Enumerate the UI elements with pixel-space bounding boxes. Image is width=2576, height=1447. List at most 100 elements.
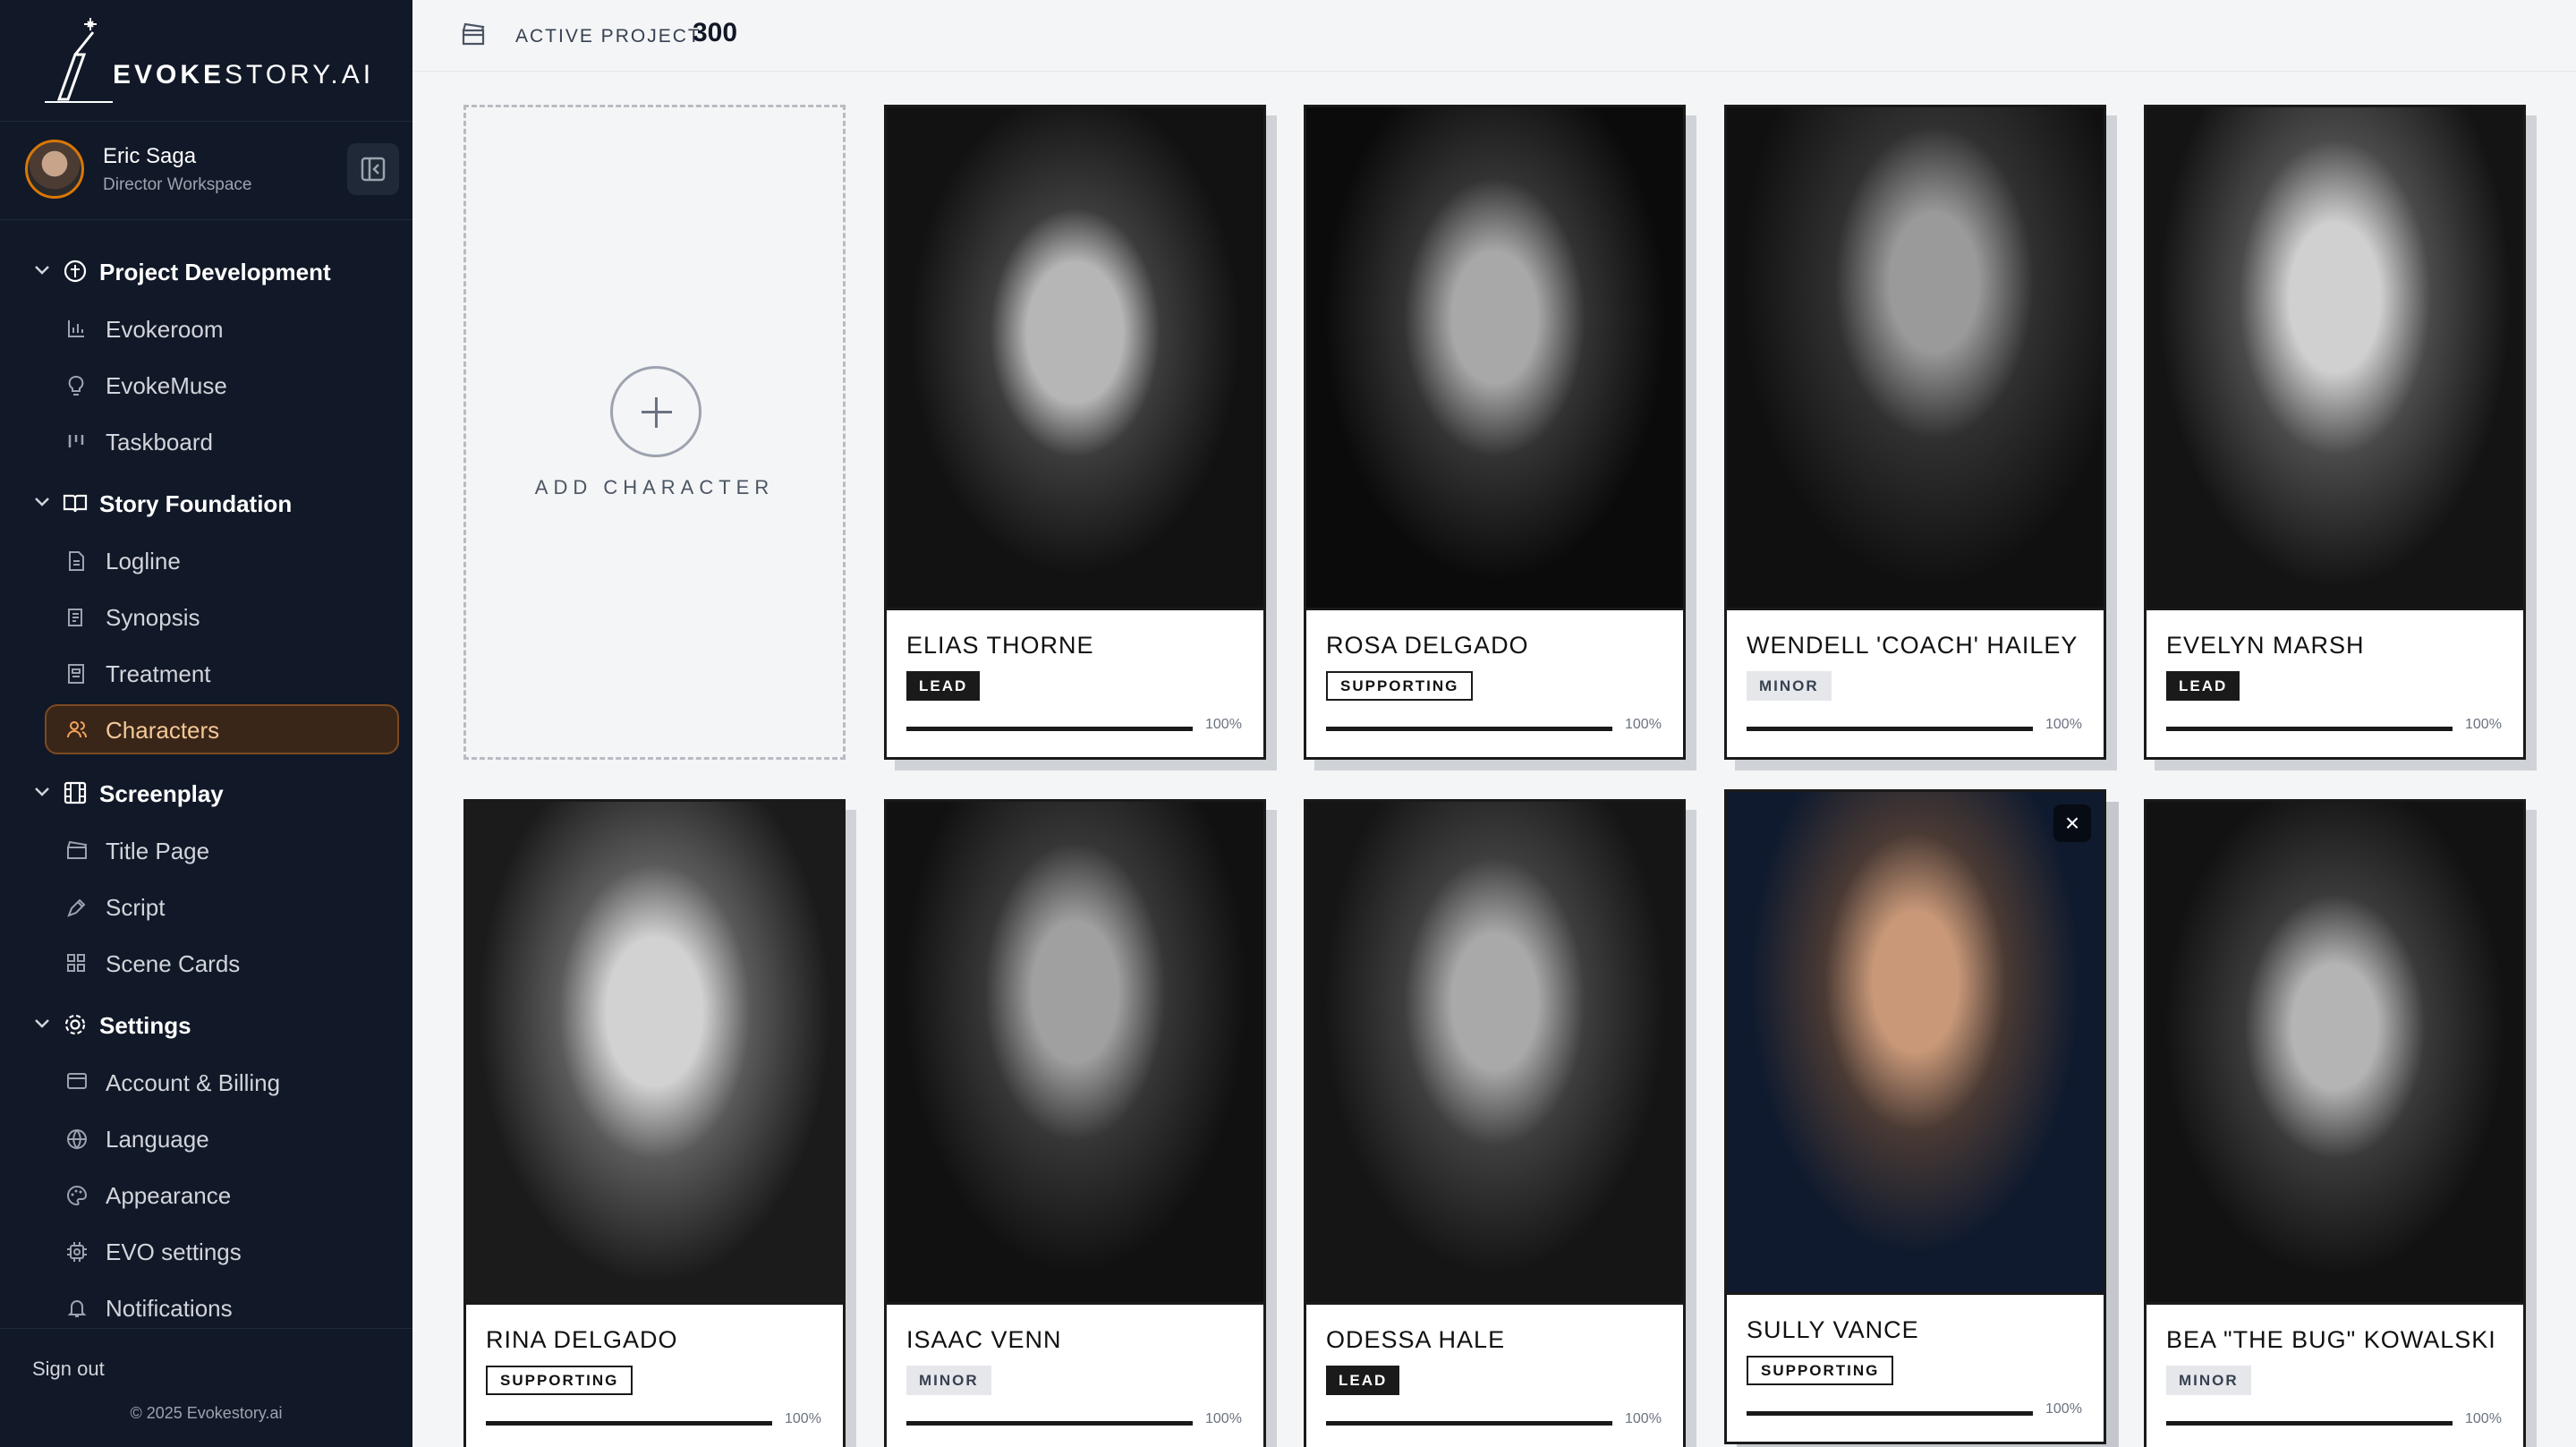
file-text-icon <box>68 664 84 684</box>
sidebar-footer: Sign out © 2025 Evokestory.ai <box>0 1328 412 1447</box>
nav-item-appearance[interactable]: Appearance <box>45 1170 399 1220</box>
nav-item-label: Taskboard <box>106 429 213 455</box>
character-card[interactable]: ISAAC VENN MINOR 100% <box>884 799 1266 1447</box>
bell-icon <box>67 1300 87 1317</box>
character-portrait <box>1727 107 2104 610</box>
user-role: Director Workspace <box>103 175 252 194</box>
brand-logo[interactable]: EVOKESTORY.AI <box>0 0 412 122</box>
progress-percent: 100% <box>1625 717 1662 732</box>
nav-item-synopsis[interactable]: Synopsis <box>45 592 399 642</box>
close-icon[interactable]: × <box>2053 804 2091 842</box>
clapperboard-icon <box>67 840 88 859</box>
progress-percent: 100% <box>2045 717 2082 732</box>
gear-icon <box>64 1014 86 1035</box>
lightbulb-circle-icon <box>64 260 87 283</box>
add-character-label: ADD CHARACTER <box>534 476 775 498</box>
chevron-down-icon <box>35 787 49 796</box>
nav-item-label: Treatment <box>106 660 211 687</box>
progress-bar <box>1747 727 2033 731</box>
nav-item-evo-settings[interactable]: EVO settings <box>45 1226 399 1276</box>
top-bar: ACTIVE PROJECT 300 <box>412 0 2576 72</box>
progress-bar <box>2166 727 2453 731</box>
nav-item-evokeroom[interactable]: Evokeroom <box>45 303 399 353</box>
nav-item-label: Synopsis <box>106 604 200 631</box>
active-project-value[interactable]: 300 <box>693 18 737 48</box>
nav-item-taskboard[interactable]: Taskboard <box>45 416 399 466</box>
pen-tool-icon <box>67 898 86 917</box>
nav-item-language[interactable]: Language <box>45 1113 399 1163</box>
progress-percent: 100% <box>1205 1411 1242 1426</box>
nav-item-characters[interactable]: Characters <box>45 704 399 754</box>
character-card[interactable]: BEA "THE BUG" KOWALSKI MINOR 100% <box>2144 799 2526 1447</box>
role-badge: SUPPORTING <box>1326 671 1474 701</box>
character-portrait <box>1727 792 2104 1295</box>
nav-group-project-development[interactable]: Project Development <box>0 249 412 294</box>
user-name: Eric Saga <box>103 144 197 168</box>
chevron-down-icon <box>35 1019 49 1028</box>
nav-item-evokemuse[interactable]: EvokeMuse <box>45 360 399 410</box>
nav-item-label: Notifications <box>106 1295 233 1322</box>
add-character-card[interactable]: ADD CHARACTER <box>463 105 846 760</box>
palette-icon <box>67 1185 88 1206</box>
nav-group-screenplay[interactable]: Screenplay <box>0 770 412 815</box>
progress-bar <box>1326 727 1612 731</box>
clapperboard-icon <box>462 22 485 46</box>
progress-percent: 100% <box>2465 1411 2502 1426</box>
character-card-hovered[interactable]: × SULLY VANCE SUPPORTING 100% <box>1724 789 2106 1444</box>
nav-item-title-page[interactable]: Title Page <box>45 825 399 875</box>
nav-item-account-billing[interactable]: Account & Billing <box>45 1057 399 1107</box>
character-name: RINA DELGADO <box>486 1326 678 1353</box>
role-badge: LEAD <box>1326 1366 1400 1395</box>
avatar[interactable] <box>25 140 84 199</box>
character-portrait <box>887 802 1263 1305</box>
character-portrait <box>887 107 1263 610</box>
nav-item-label: Characters <box>106 717 220 744</box>
character-card[interactable]: ROSA DELGADO SUPPORTING 100% <box>1304 105 1686 760</box>
sidebar-collapse-icon <box>361 157 386 182</box>
brand-wordmark: EVOKESTORY.AI <box>113 60 375 89</box>
nav-item-scene-cards[interactable]: Scene Cards <box>45 938 399 988</box>
character-card[interactable]: ODESSA HALE LEAD 100% <box>1304 799 1686 1447</box>
progress-bar <box>906 1421 1193 1426</box>
progress-bar <box>486 1421 772 1426</box>
nav-group-story-foundation[interactable]: Story Foundation <box>0 481 412 525</box>
film-icon <box>64 781 87 804</box>
active-project-label: ACTIVE PROJECT <box>515 26 701 47</box>
role-badge: LEAD <box>906 671 981 701</box>
nav-item-logline[interactable]: Logline <box>45 535 399 585</box>
nav-item-label: Title Page <box>106 838 210 864</box>
character-portrait <box>1306 107 1683 610</box>
globe-icon <box>67 1129 87 1150</box>
collapse-sidebar-button[interactable] <box>347 143 399 195</box>
character-card[interactable]: ELIAS THORNE LEAD 100% <box>884 105 1266 760</box>
character-name: ODESSA HALE <box>1326 1326 1506 1353</box>
nav-item-label: Language <box>106 1126 209 1153</box>
role-badge: SUPPORTING <box>1747 1356 1894 1385</box>
character-card[interactable]: WENDELL 'COACH' HAILEY MINOR 100% <box>1724 105 2106 760</box>
role-badge: LEAD <box>2166 671 2240 701</box>
nav-item-label: EvokeMuse <box>106 372 227 399</box>
nav-group-settings[interactable]: Settings <box>0 1002 412 1047</box>
document-icon <box>69 551 84 571</box>
copyright-text: © 2025 Evokestory.ai <box>130 1404 283 1422</box>
add-character-button[interactable] <box>610 366 701 457</box>
nav-item-label: Account & Billing <box>106 1069 281 1096</box>
nav-group-label: Story Foundation <box>99 490 293 517</box>
character-name: EVELYN MARSH <box>2166 632 2365 659</box>
notes-icon <box>68 609 82 626</box>
progress-percent: 100% <box>785 1411 821 1426</box>
character-name: ELIAS THORNE <box>906 632 1094 659</box>
character-name: SULLY VANCE <box>1747 1316 1919 1343</box>
sidebar: EVOKESTORY.AI Eric Saga Director Workspa… <box>0 0 412 1447</box>
character-portrait <box>466 802 843 1305</box>
nav-group-label: Screenplay <box>99 780 224 807</box>
role-badge: MINOR <box>2166 1366 2251 1395</box>
kanban-icon <box>68 435 84 447</box>
sign-out-link[interactable]: Sign out <box>32 1358 105 1381</box>
character-card[interactable]: RINA DELGADO SUPPORTING 100% <box>463 799 846 1447</box>
nav-item-treatment[interactable]: Treatment <box>45 648 399 698</box>
nav-item-notifications[interactable]: Notifications <box>45 1282 399 1332</box>
character-portrait <box>2147 802 2523 1305</box>
nav-item-script[interactable]: Script <box>45 881 399 932</box>
character-card[interactable]: EVELYN MARSH LEAD 100% <box>2144 105 2526 760</box>
